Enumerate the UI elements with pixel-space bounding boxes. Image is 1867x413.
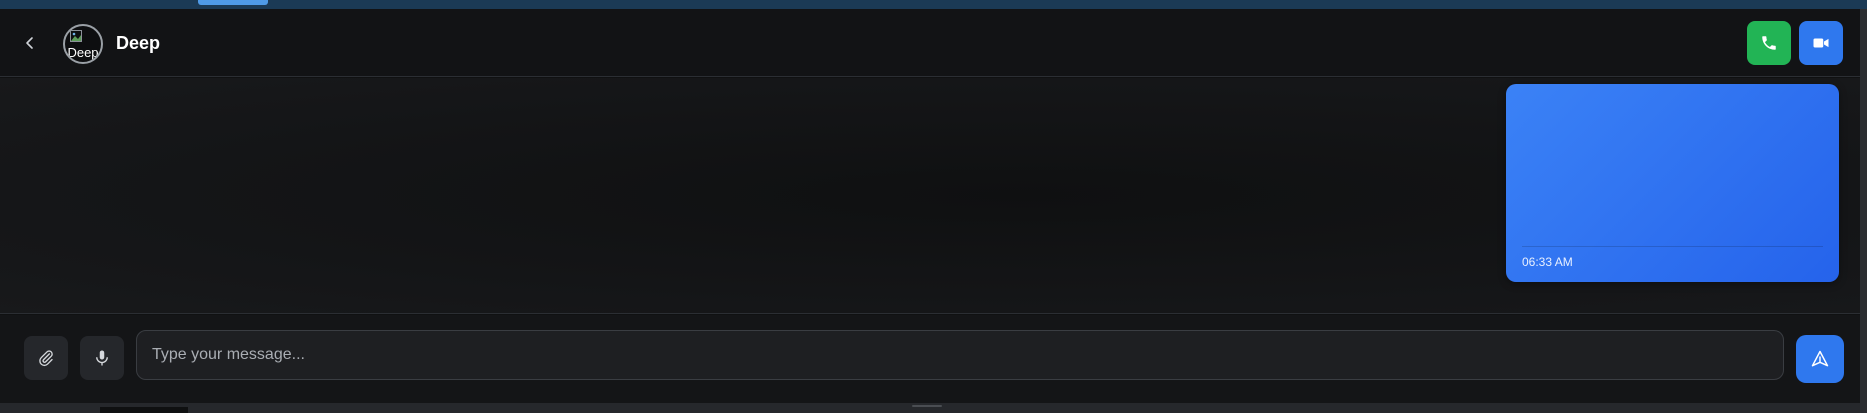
message-input[interactable] bbox=[136, 330, 1784, 380]
video-camera-icon bbox=[1813, 38, 1829, 48]
paperclip-icon bbox=[39, 350, 53, 367]
message-timestamp: 06:33 AM bbox=[1522, 255, 1573, 269]
send-button[interactable] bbox=[1796, 335, 1844, 383]
bottom-strip bbox=[0, 403, 1860, 413]
active-tab-indicator bbox=[198, 0, 268, 5]
scrollbar[interactable] bbox=[1860, 9, 1867, 413]
phone-icon bbox=[1762, 36, 1776, 50]
broken-image-icon bbox=[70, 30, 82, 42]
chat-header: Deep Deep bbox=[0, 9, 1860, 77]
send-icon bbox=[1811, 350, 1829, 367]
contact-name: Deep bbox=[116, 33, 161, 53]
message-list: 06:33 AM bbox=[0, 78, 1860, 314]
top-strip bbox=[0, 0, 1867, 9]
chevron-left-icon bbox=[26, 37, 33, 49]
chat-window: Deep Deep 06:33 AM bbox=[0, 0, 1867, 413]
voice-record-button[interactable] bbox=[80, 336, 124, 380]
resize-grip[interactable] bbox=[912, 405, 942, 407]
outgoing-message-bubble[interactable]: 06:33 AM bbox=[1506, 84, 1839, 282]
message-composer bbox=[0, 315, 1860, 403]
avatar[interactable]: Deep bbox=[63, 24, 103, 64]
voice-call-button[interactable] bbox=[1747, 21, 1791, 65]
back-button[interactable] bbox=[18, 31, 42, 55]
bottom-tab bbox=[100, 407, 188, 413]
attach-button[interactable] bbox=[24, 336, 68, 380]
video-call-button[interactable] bbox=[1799, 21, 1843, 65]
bubble-divider bbox=[1522, 246, 1823, 247]
avatar-alt-text: Deep bbox=[67, 45, 99, 60]
microphone-icon bbox=[96, 350, 108, 366]
